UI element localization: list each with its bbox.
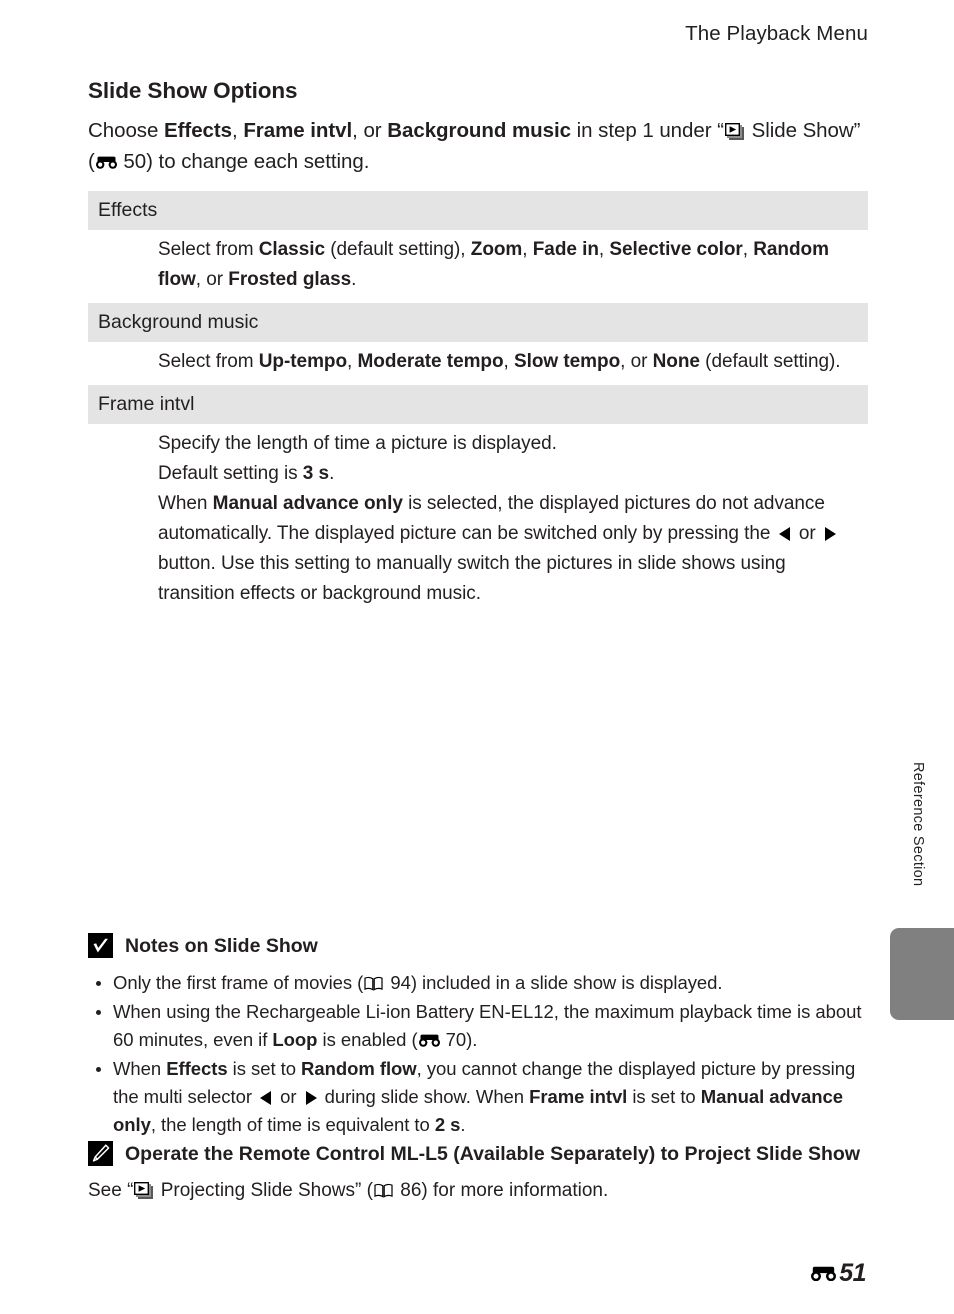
note3-b3: Frame intvl bbox=[529, 1086, 628, 1107]
remote-t1: See “ bbox=[88, 1180, 134, 1201]
page-number: 51 bbox=[839, 1259, 866, 1287]
effects-t1: Select from bbox=[158, 239, 259, 260]
bgm-t4: , or bbox=[620, 351, 653, 372]
notes-on-slide-show-list: Only the first frame of movies ( 94) inc… bbox=[88, 969, 868, 1139]
notes-on-slide-show-heading: Notes on Slide Show bbox=[88, 932, 868, 960]
table-row-body-background-music: Select from Up-tempo, Moderate tempo, Sl… bbox=[88, 342, 868, 385]
slide-show-options-table: Effects Select from Classic (default set… bbox=[88, 191, 868, 617]
remote-t2: Projecting Slide Shows” ( bbox=[155, 1180, 373, 1201]
intro-text-3: , or bbox=[352, 119, 388, 142]
effects-t7: . bbox=[351, 269, 357, 290]
intro-text-2: , bbox=[232, 119, 244, 142]
frame-line2-t2: . bbox=[329, 463, 335, 484]
note3-t8: . bbox=[460, 1114, 466, 1135]
table-row-body-frame-intvl: Specify the length of time a picture is … bbox=[88, 424, 868, 617]
book-icon bbox=[374, 1183, 393, 1198]
bgm-t1: Select from bbox=[158, 351, 259, 372]
intro-bold-background-music: Background music bbox=[387, 119, 571, 142]
effects-b2: Zoom bbox=[470, 239, 523, 260]
slideshow-icon bbox=[134, 1182, 154, 1199]
binoculars-icon bbox=[811, 1266, 837, 1282]
note3-t5: during slide show. When bbox=[319, 1086, 530, 1107]
triangle-left-icon bbox=[778, 526, 792, 542]
remote-control-note-heading: Operate the Remote Control ML-L5 (Availa… bbox=[88, 1140, 868, 1168]
frame-line3-t1: When bbox=[158, 493, 213, 514]
side-thumb-tab bbox=[890, 928, 954, 1020]
effects-t5: , bbox=[742, 239, 754, 260]
triangle-left-icon bbox=[259, 1090, 273, 1106]
triangle-right-icon bbox=[304, 1090, 318, 1106]
effects-t6: , or bbox=[195, 269, 229, 290]
note2-b1: Loop bbox=[272, 1029, 318, 1050]
slideshow-icon bbox=[724, 123, 744, 140]
note2-t1: When using the Rechargeable Li-ion Batte… bbox=[113, 1001, 862, 1050]
document-page: The Playback Menu Slide Show Options Cho… bbox=[0, 0, 954, 1314]
frame-line3-t4: button. Use this setting to manually swi… bbox=[158, 553, 786, 604]
note1-t2: 94) included in a slide show is displaye… bbox=[385, 972, 723, 993]
page-title: Slide Show Options bbox=[88, 78, 298, 103]
effects-b6: Frosted glass bbox=[228, 269, 352, 290]
page-content: Slide Show Options Choose Effects, Frame… bbox=[88, 78, 868, 617]
note3-b2: Random flow bbox=[301, 1058, 417, 1079]
note3-b5: 2 s bbox=[434, 1114, 461, 1135]
remote-control-note-block: Operate the Remote Control ML-L5 (Availa… bbox=[88, 1140, 868, 1205]
frame-line3-t3: or bbox=[793, 523, 821, 544]
frame-line2-b1: 3 s bbox=[302, 463, 330, 484]
frame-line2-t1: Default setting is bbox=[158, 463, 303, 484]
note3-t7: , the length of time is equivalent to bbox=[150, 1114, 435, 1135]
bgm-b4: None bbox=[652, 351, 700, 372]
effects-t4: , bbox=[598, 239, 610, 260]
bgm-b1: Up-tempo bbox=[258, 351, 348, 372]
remote-control-note-body: See “ Projecting Slide Shows” ( 86) for … bbox=[88, 1177, 868, 1205]
intro-paragraph: Choose Effects, Frame intvl, or Backgrou… bbox=[88, 115, 868, 177]
note3-t6: is set to bbox=[627, 1086, 701, 1107]
binoculars-icon bbox=[418, 1034, 440, 1047]
intro-text-1: Choose bbox=[88, 119, 165, 142]
bgm-t5: (default setting). bbox=[699, 351, 841, 372]
table-row-heading-frame-intvl: Frame intvl bbox=[88, 385, 868, 424]
check-badge-icon bbox=[88, 933, 113, 958]
bgm-t2: , bbox=[347, 351, 358, 372]
note3-t4: or bbox=[275, 1086, 302, 1107]
table-row-heading-effects: Effects bbox=[88, 191, 868, 230]
note1-t1: Only the first frame of movies ( bbox=[113, 972, 364, 993]
remote-control-note-title: Operate the Remote Control ML-L5 (Availa… bbox=[125, 1143, 861, 1165]
bgm-t3: , bbox=[503, 351, 515, 372]
frame-line3-b1: Manual advance only bbox=[212, 493, 403, 514]
list-item: When using the Rechargeable Li-ion Batte… bbox=[88, 998, 868, 1054]
intro-bold-effects: Effects bbox=[164, 119, 233, 142]
effects-b4: Selective color bbox=[609, 239, 743, 260]
frame-line1: Specify the length of time a picture is … bbox=[158, 433, 557, 454]
list-item: When Effects is set to Random flow, you … bbox=[88, 1055, 868, 1139]
intro-bold-frame-intvl: Frame intvl bbox=[243, 119, 353, 142]
intro-text-4: in step 1 under “ bbox=[570, 119, 724, 142]
effects-t3: , bbox=[522, 239, 533, 260]
note2-t2: is enabled ( bbox=[317, 1029, 418, 1050]
table-row-heading-background-music: Background music bbox=[88, 303, 868, 342]
running-header: The Playback Menu bbox=[685, 22, 868, 45]
effects-b1: Classic bbox=[258, 239, 325, 260]
side-tab-label: Reference Section bbox=[910, 762, 926, 887]
table-row-body-effects: Select from Classic (default setting), Z… bbox=[88, 230, 868, 303]
note3-b1: Effects bbox=[166, 1058, 228, 1079]
bgm-b3: Slow tempo bbox=[514, 351, 621, 372]
remote-t3: 86) for more information. bbox=[394, 1180, 609, 1201]
notes-on-slide-show-title: Notes on Slide Show bbox=[125, 935, 318, 957]
notes-on-slide-show-block: Notes on Slide Show Only the first frame… bbox=[88, 932, 868, 1140]
effects-b3: Fade in bbox=[532, 239, 599, 260]
intro-text-6: 50) to change each setting. bbox=[117, 150, 370, 173]
effects-t2: (default setting), bbox=[324, 239, 471, 260]
triangle-right-icon bbox=[823, 526, 837, 542]
binoculars-icon bbox=[95, 156, 117, 169]
pencil-badge-icon bbox=[88, 1141, 113, 1166]
page-footer: 51 bbox=[811, 1259, 866, 1288]
list-item: Only the first frame of movies ( 94) inc… bbox=[88, 969, 868, 997]
note2-t3: 70). bbox=[440, 1029, 478, 1050]
note3-t1: When bbox=[113, 1058, 167, 1079]
bgm-b2: Moderate tempo bbox=[357, 351, 504, 372]
book-icon bbox=[364, 976, 383, 991]
note3-t2: is set to bbox=[227, 1058, 302, 1079]
